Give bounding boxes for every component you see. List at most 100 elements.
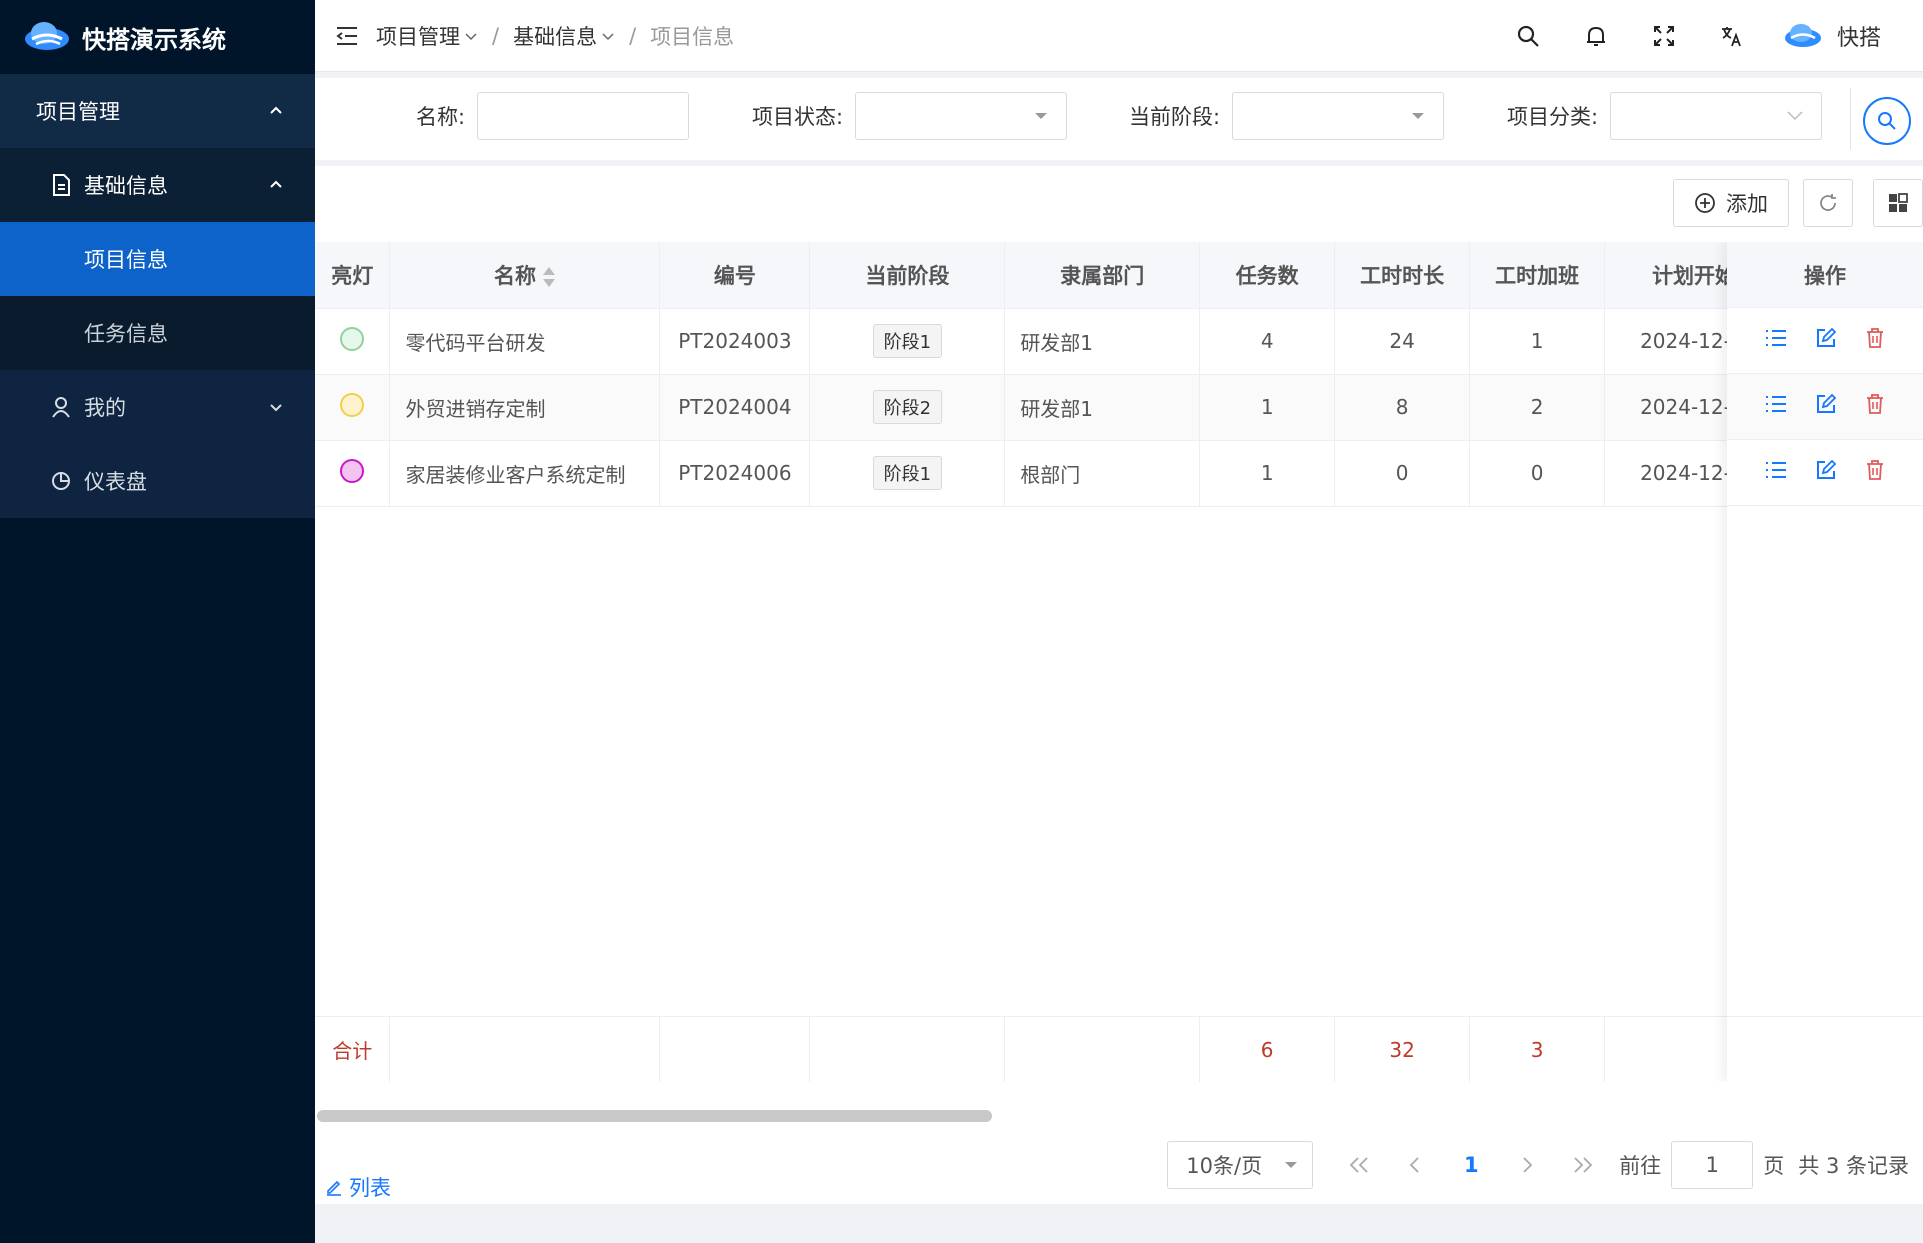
user-name: 快搭 (1836, 26, 1881, 51)
chevron-right-icon (1523, 1157, 1533, 1173)
name-input[interactable] (477, 92, 690, 140)
search-icon[interactable] (1511, 19, 1545, 53)
page-number[interactable]: 1 (1443, 1141, 1499, 1189)
list-label: 列表 (349, 1176, 391, 1200)
operation-column: 操作 (1727, 242, 1923, 1082)
user-menu[interactable]: 快搭 (1783, 20, 1881, 52)
page-size-select[interactable]: 10条/页 (1167, 1141, 1314, 1189)
list-view-link[interactable]: 列表 (325, 1172, 391, 1202)
chevron-up-icon (270, 106, 282, 114)
pagination: 10条/页 1 前往 1 页 共 3 条记录 (1167, 1141, 1909, 1189)
menu-label: 项目管理 (36, 100, 120, 124)
breadcrumb-separator: / (492, 23, 500, 48)
column-header-actions: 操作 (1727, 242, 1923, 308)
menu-project-management[interactable]: 项目管理 (0, 74, 315, 148)
breadcrumb-item[interactable]: 项目管理 (376, 21, 478, 51)
search-button[interactable] (1863, 97, 1911, 145)
edit-icon[interactable] (1815, 327, 1837, 354)
row-actions (1727, 308, 1923, 374)
sort-icon[interactable] (542, 266, 556, 288)
column-header: 当前阶段 (809, 242, 1006, 309)
menu-dashboard[interactable]: 仪表盘 (0, 444, 315, 518)
edit-icon[interactable] (1815, 459, 1837, 486)
column-header: 任务数 (1199, 242, 1336, 309)
cell-dept: 根部门 (1004, 440, 1201, 507)
layout-button[interactable] (1873, 179, 1923, 227)
stage-tag: 阶段1 (872, 324, 943, 358)
menu-task-info[interactable]: 任务信息 (0, 296, 315, 370)
list-detail-icon[interactable] (1765, 328, 1787, 353)
fullscreen-icon[interactable] (1647, 19, 1681, 53)
horizontal-scrollbar[interactable] (317, 1110, 992, 1122)
edit-icon[interactable] (1815, 393, 1837, 420)
page-size-value: 10条/页 (1186, 1154, 1263, 1178)
grid-icon (1889, 193, 1908, 212)
row-actions (1727, 440, 1923, 506)
cell-dept: 研发部1 (1004, 308, 1201, 375)
chevron-down-icon (465, 32, 477, 40)
status-select[interactable] (855, 92, 1068, 140)
list-detail-icon[interactable] (1765, 460, 1787, 485)
main-panel: 添加 亮灯 名称 编号 当前阶段 隶属部门 任务数 工时时长 工时加班 计划开始… (315, 166, 1923, 1204)
chevron-down-icon (1787, 111, 1803, 121)
table-row[interactable]: 零代码平台研发 PT2024003 阶段1 研发部1 4 24 1 2024-12-0 (315, 308, 1923, 375)
bell-icon[interactable] (1579, 19, 1613, 53)
category-select[interactable] (1610, 92, 1823, 140)
pie-chart-icon (50, 470, 72, 492)
app-title: 快搭演示系统 (82, 25, 226, 54)
add-label: 添加 (1726, 192, 1768, 216)
sidebar: 快搭演示系统 项目管理 基础信息 项目信息 任务信息 我的 仪表盘 (0, 0, 315, 1243)
next-page-button[interactable] (1499, 1141, 1555, 1189)
refresh-button[interactable] (1803, 179, 1853, 227)
search-field-stage: 当前阶段: (1129, 92, 1445, 140)
column-header: 工时加班 (1469, 242, 1606, 309)
menu-project-info[interactable]: 项目信息 (0, 222, 315, 296)
status-lamp (340, 458, 365, 483)
chevron-left-icon (1410, 1157, 1419, 1173)
menu-label: 项目信息 (84, 248, 168, 272)
delete-icon[interactable] (1865, 393, 1885, 420)
menu-basic-info[interactable]: 基础信息 (0, 148, 315, 222)
table-summary-row: 合计 6 32 3 (315, 1016, 1923, 1082)
cell-stage: 阶段1 (809, 308, 1006, 375)
breadcrumb: 项目管理 / 基础信息 / 项目信息 (376, 21, 734, 51)
delete-icon[interactable] (1865, 327, 1885, 354)
cell-lamp (315, 374, 391, 441)
column-header: 编号 (659, 242, 811, 309)
cell-code: PT2024006 (659, 440, 811, 507)
stage-select[interactable] (1232, 92, 1445, 140)
add-button[interactable]: 添加 (1673, 179, 1789, 227)
cell-overtime: 1 (1469, 308, 1606, 375)
delete-icon[interactable] (1865, 459, 1885, 486)
top-header: 项目管理 / 基础信息 / 项目信息 快搭 (315, 0, 1923, 72)
breadcrumb-item[interactable]: 基础信息 (513, 21, 615, 51)
logo-icon (22, 17, 72, 57)
pen-icon (327, 1180, 341, 1196)
stage-tag: 阶段2 (872, 390, 943, 424)
cell-name: 外贸进销存定制 (389, 374, 661, 441)
column-header: 亮灯 (315, 242, 391, 309)
column-header-name[interactable]: 名称 (389, 242, 661, 309)
table-row[interactable]: 外贸进销存定制 PT2024004 阶段2 研发部1 1 8 2 2024-12-1 (315, 374, 1923, 441)
cell-name: 零代码平台研发 (389, 308, 661, 375)
goto-page-input[interactable]: 1 (1671, 1141, 1754, 1189)
breadcrumb-current: 项目信息 (650, 24, 735, 49)
first-page-button[interactable] (1331, 1141, 1387, 1189)
menu-mine[interactable]: 我的 (0, 370, 315, 444)
field-label: 当前阶段: (1129, 105, 1221, 129)
translate-icon[interactable] (1715, 19, 1749, 53)
list-detail-icon[interactable] (1765, 394, 1787, 419)
breadcrumb-separator: / (629, 23, 637, 48)
app-logo[interactable]: 快搭演示系统 (0, 0, 315, 74)
divider (1850, 88, 1851, 150)
cell-stage: 阶段1 (809, 440, 1006, 507)
prev-page-button[interactable] (1387, 1141, 1443, 1189)
field-label: 项目状态: (752, 105, 844, 129)
cell-tasks: 1 (1199, 440, 1336, 507)
table-row[interactable]: 家居装修业客户系统定制 PT2024006 阶段1 根部门 1 0 0 2024-12-0 (315, 440, 1923, 507)
search-field-category: 项目分类: (1507, 92, 1823, 140)
menu-fold-icon[interactable] (330, 19, 364, 53)
summary-label: 合计 (315, 1016, 391, 1082)
last-page-button[interactable] (1555, 1141, 1611, 1189)
total-records: 共 3 条记录 (1798, 1154, 1909, 1178)
